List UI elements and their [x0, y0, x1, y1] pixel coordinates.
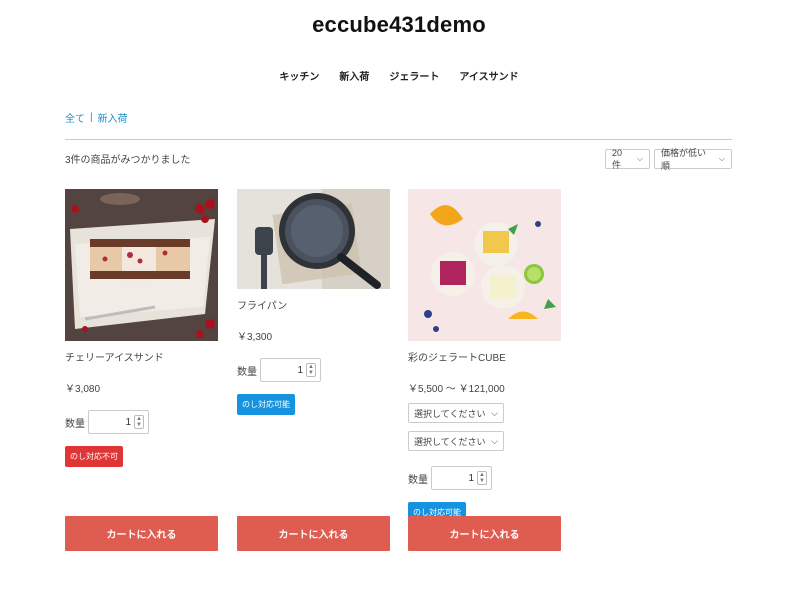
quantity-label: 数量 [237, 366, 257, 378]
sort-order-value: 価格が低い順 [661, 148, 707, 171]
add-to-cart-button[interactable]: カートに入れる [237, 516, 390, 551]
display-count-value: 20件 [612, 147, 623, 170]
product-price: ￥5,500 ～ ￥121,000 [408, 384, 505, 395]
nav-item-ice-sandwich[interactable]: アイスサンド [449, 68, 528, 83]
product-name[interactable]: 彩のジェラートCUBE [408, 349, 561, 364]
nav-item-kitchen[interactable]: キッチン [269, 68, 329, 83]
quantity-value: 1 [125, 416, 131, 428]
breadcrumb: 全て | 新入荷 [65, 110, 128, 125]
chevron-down-icon: ⌵ [636, 154, 643, 163]
product-image-frying-pan[interactable] [237, 189, 390, 289]
quantity-input[interactable]: 1 ▲ ▼ [431, 466, 492, 490]
product-price: ￥3,300 [237, 332, 273, 343]
quantity-label: 数量 [408, 474, 428, 486]
product-card: フライパン ￥3,300 数量 1 ▲ ▼ のし対応可能 [237, 189, 390, 415]
sort-order-select[interactable]: 価格が低い順 ⌵ [654, 148, 732, 171]
breadcrumb-separator: | [90, 112, 93, 123]
option-select-1-value: 選択してください [414, 408, 486, 419]
sort-controls: 20件 ⌵ 価格が低い順 ⌵ [605, 147, 732, 171]
nav-item-new-arrivals[interactable]: 新入荷 [329, 68, 379, 83]
quantity-value: 1 [297, 364, 303, 376]
chevron-down-icon: ⌵ [718, 154, 725, 163]
product-price: ￥3,080 [65, 384, 101, 395]
product-name[interactable]: フライパン [237, 297, 390, 312]
quantity-row: 数量 1 ▲ ▼ [408, 466, 561, 490]
divider [65, 139, 732, 140]
spinner-icon[interactable]: ▲ ▼ [477, 471, 487, 485]
product-card: チェリーアイスサンド ￥3,080 数量 1 ▲ ▼ のし対応不可 [65, 189, 218, 467]
product-card: 彩のジェラートCUBE ￥5,500 ～ ￥121,000 選択してください ⌵… [408, 189, 561, 523]
quantity-value: 1 [468, 472, 474, 484]
product-name[interactable]: チェリーアイスサンド [65, 349, 218, 364]
quantity-input[interactable]: 1 ▲ ▼ [260, 358, 321, 382]
option-select-1[interactable]: 選択してください ⌵ [408, 403, 504, 423]
quantity-label: 数量 [65, 418, 85, 430]
breadcrumb-all[interactable]: 全て [65, 110, 85, 125]
site-title[interactable]: eccube431demo [0, 12, 798, 38]
option-select-2-value: 選択してください [414, 436, 486, 447]
status-badge: のし対応不可 [65, 446, 123, 467]
add-to-cart-button[interactable]: カートに入れる [408, 516, 561, 551]
product-image-gelato-cube[interactable] [408, 189, 561, 341]
display-count-select[interactable]: 20件 ⌵ [605, 147, 650, 170]
global-nav: キッチン 新入荷 ジェラート アイスサンド [0, 68, 798, 83]
chevron-down-icon: ⌵ [491, 407, 498, 418]
quantity-input[interactable]: 1 ▲ ▼ [88, 410, 149, 434]
spinner-icon[interactable]: ▲ ▼ [306, 363, 316, 377]
result-count: 3件の商品がみつかりました [65, 155, 191, 166]
product-image-cherry-ice-sandwich[interactable] [65, 189, 218, 341]
nav-item-gelato[interactable]: ジェラート [379, 68, 449, 83]
status-badge: のし対応可能 [237, 394, 295, 415]
quantity-row: 数量 1 ▲ ▼ [65, 410, 218, 434]
add-to-cart-button[interactable]: カートに入れる [65, 516, 218, 551]
quantity-row: 数量 1 ▲ ▼ [237, 358, 390, 382]
chevron-down-icon: ⌵ [491, 435, 498, 446]
spinner-icon[interactable]: ▲ ▼ [134, 415, 144, 429]
option-select-2[interactable]: 選択してください ⌵ [408, 431, 504, 451]
breadcrumb-new-arrivals[interactable]: 新入荷 [98, 110, 128, 125]
